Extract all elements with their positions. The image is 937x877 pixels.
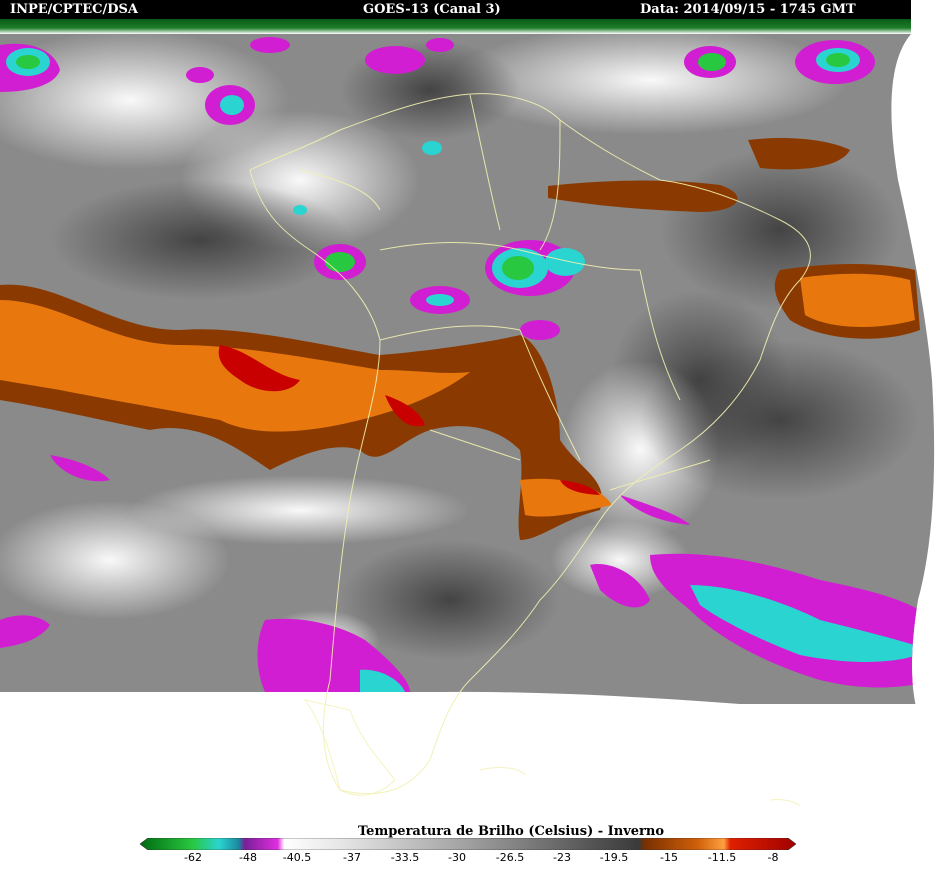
legend-tick-label: -19.5 — [599, 851, 629, 864]
datetime-label: Data: 2014/09/15 - 1745 GMT — [640, 2, 856, 17]
legend-tick-label: -33.5 — [390, 851, 420, 864]
legend-tick-label: -15 — [660, 851, 678, 864]
water-vapor-image — [0, 34, 935, 807]
legend-tick-label: -62 — [184, 851, 202, 864]
legend-tick-label: -30 — [448, 851, 466, 864]
legend-tick-label: -48 — [239, 851, 257, 864]
color-scale-bar — [140, 838, 796, 850]
product-label: GOES-13 (Canal 3) — [363, 2, 501, 17]
header-strip — [0, 19, 911, 34]
legend-tick-label: -37 — [343, 851, 361, 864]
header-bar: INPE/CPTEC/DSA GOES-13 (Canal 3) Data: 2… — [0, 0, 911, 19]
legend-tick-label: -8 — [767, 851, 779, 864]
legend-tick-label: -23 — [553, 851, 571, 864]
source-label: INPE/CPTEC/DSA — [10, 2, 138, 17]
legend-tick-label: -26.5 — [495, 851, 525, 864]
legend-title: Temperatura de Brilho (Celsius) - Invern… — [358, 824, 665, 839]
legend-tick-label: -40.5 — [282, 851, 312, 864]
legend-tick-label: -11.5 — [707, 851, 737, 864]
